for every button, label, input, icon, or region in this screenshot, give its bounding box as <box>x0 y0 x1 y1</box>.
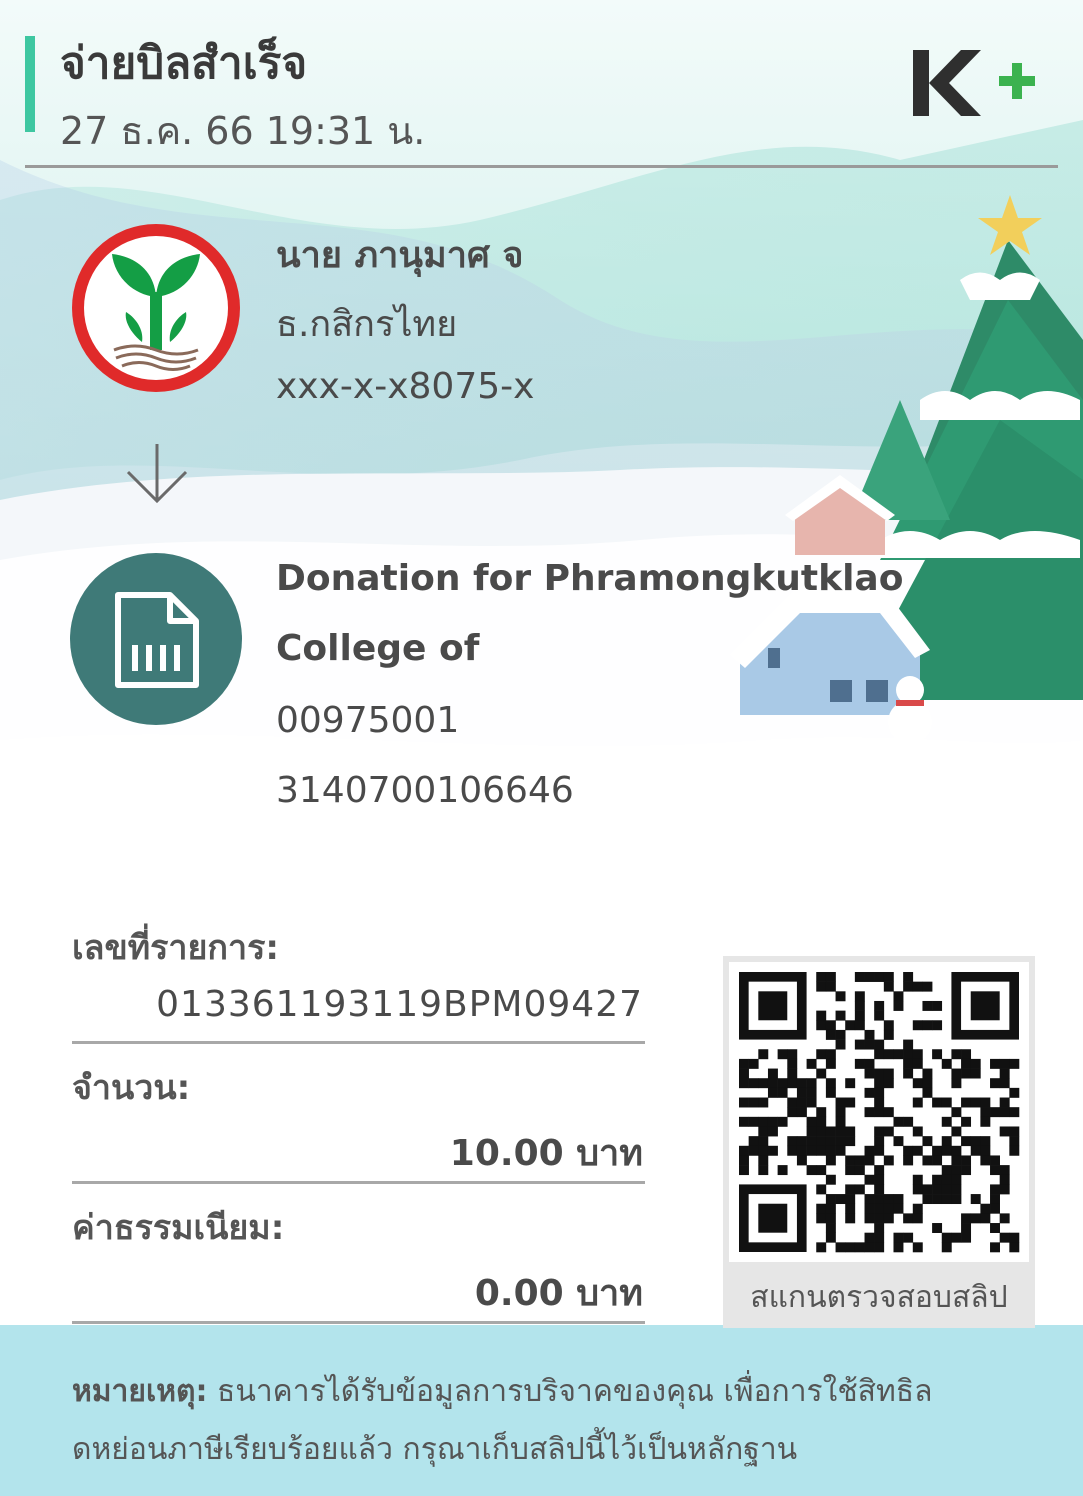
header-divider <box>25 165 1058 168</box>
bill-document-icon <box>70 553 242 725</box>
page-title: จ่ายบิลสำเร็จ <box>60 38 308 89</box>
biller-name-line-2: College of <box>276 628 480 669</box>
transaction-id-value: 013361193119BPM09427 <box>156 984 643 1025</box>
transaction-datetime: 27 ธ.ค. 66 19:31 น. <box>60 109 426 153</box>
qr-code-icon[interactable] <box>729 962 1029 1262</box>
biller-reference-1: 00975001 <box>276 700 460 741</box>
biller-name-line-1: Donation for Phramongkutklao <box>276 558 904 599</box>
footer-note-line-1: หมายเหตุ: ธนาคารได้รับข้อมูลการบริจาคของ… <box>72 1368 932 1415</box>
note-label: หมายเหตุ: <box>72 1374 208 1409</box>
divider <box>72 1041 645 1044</box>
arrow-down-icon <box>126 444 188 504</box>
kbank-logo-icon <box>72 224 240 392</box>
sender-name: นาย ภานุมาศ จ <box>276 235 524 276</box>
kplus-logo-icon <box>913 50 1035 116</box>
qr-caption: สแกนตรวจสอบสลิป <box>750 1280 1008 1315</box>
biller-reference-2: 3140700106646 <box>276 770 574 811</box>
header-accent-bar <box>25 36 35 132</box>
amount-value: 10.00 บาท <box>449 1133 643 1174</box>
note-text-1: ธนาคารได้รับข้อมูลการบริจาคของคุณ เพื่อก… <box>207 1374 933 1409</box>
divider <box>72 1181 645 1184</box>
divider <box>72 1321 645 1324</box>
fee-value: 0.00 บาท <box>474 1273 643 1314</box>
amount-label: จำนวน: <box>72 1068 191 1108</box>
sender-bank: ธ.กสิกรไทย <box>276 304 458 345</box>
fee-label: ค่าธรรมเนียม: <box>72 1208 285 1248</box>
footer-note-line-2: ดหย่อนภาษีเรียบร้อยแล้ว กรุณาเก็บสลิปนี้… <box>72 1432 798 1467</box>
transaction-id-label: เลขที่รายการ: <box>72 928 279 968</box>
sender-account-number: xxx-x-x8075-x <box>276 366 535 407</box>
